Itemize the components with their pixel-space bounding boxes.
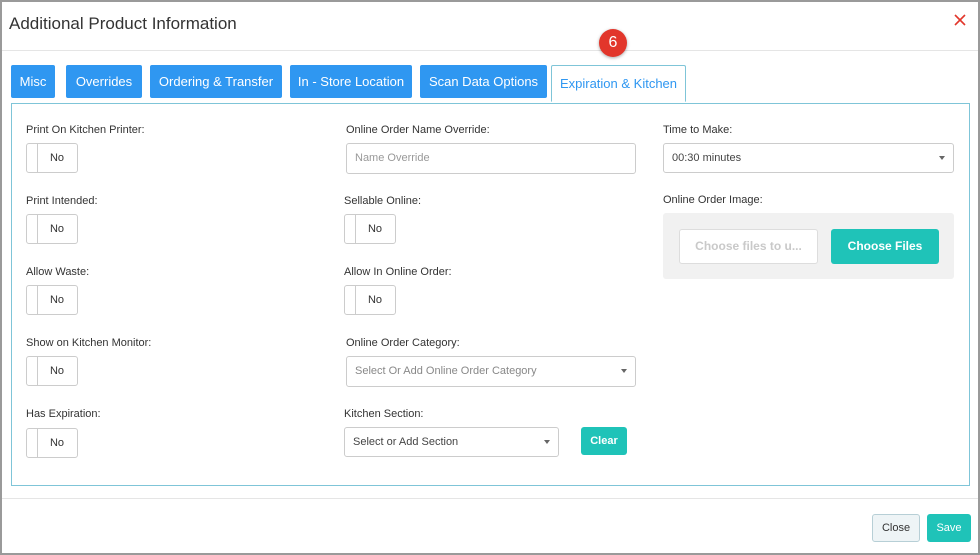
tab-scan-data-options[interactable]: Scan Data Options: [420, 65, 547, 98]
file-upload-area: Choose files to u... Choose Files: [663, 213, 954, 279]
time-to-make-value: 00:30 minutes: [672, 152, 742, 164]
print-on-kitchen-printer-label: Print On Kitchen Printer:: [26, 124, 145, 136]
allow-in-online-order-label: Allow In Online Order:: [344, 266, 452, 278]
close-icon[interactable]: [952, 12, 968, 28]
modal-header: Additional Product Information: [2, 2, 978, 51]
tab-ordering-transfer[interactable]: Ordering & Transfer: [150, 65, 282, 98]
toggle-value: No: [49, 223, 65, 235]
time-to-make-label: Time to Make:: [663, 124, 733, 136]
close-button[interactable]: Close: [872, 514, 920, 542]
print-intended-toggle[interactable]: No: [26, 214, 78, 244]
kitchen-section-select[interactable]: Select or Add Section: [344, 427, 559, 457]
tab-expiration-kitchen[interactable]: Expiration & Kitchen: [551, 65, 686, 102]
time-to-make-select[interactable]: 00:30 minutes: [663, 143, 954, 173]
clear-section-button[interactable]: Clear: [581, 427, 627, 455]
online-order-category-value: Select Or Add Online Order Category: [355, 365, 537, 377]
toggle-value: No: [367, 223, 383, 235]
toggle-value: No: [49, 152, 65, 164]
allow-in-online-order-toggle[interactable]: No: [344, 285, 396, 315]
choose-files-button[interactable]: Choose Files: [831, 229, 939, 264]
has-expiration-label: Has Expiration:: [26, 408, 101, 420]
step-badge: 6: [599, 29, 627, 57]
dropdown-caret-icon: [621, 369, 627, 373]
footer-divider: [2, 498, 978, 499]
kitchen-section-label: Kitchen Section:: [344, 408, 424, 420]
sellable-online-toggle[interactable]: No: [344, 214, 396, 244]
toggle-value: No: [367, 294, 383, 306]
show-on-kitchen-monitor-label: Show on Kitchen Monitor:: [26, 337, 152, 349]
sellable-online-label: Sellable Online:: [344, 195, 422, 207]
online-order-name-override-label: Online Order Name Override:: [346, 124, 490, 136]
toggle-value: No: [49, 365, 65, 377]
save-button[interactable]: Save: [927, 514, 971, 542]
kitchen-section-value: Select or Add Section: [353, 436, 459, 448]
has-expiration-toggle[interactable]: No: [26, 428, 78, 458]
tab-in-store-location[interactable]: In - Store Location: [290, 65, 412, 98]
dropdown-caret-icon: [544, 440, 550, 444]
name-override-input[interactable]: Name Override: [346, 143, 636, 174]
online-order-category-select[interactable]: Select Or Add Online Order Category: [346, 356, 636, 387]
modal-title: Additional Product Information: [9, 14, 237, 33]
additional-product-info-modal: Additional Product Information 6 Misc Ov…: [0, 0, 980, 555]
allow-waste-label: Allow Waste:: [26, 266, 90, 278]
show-on-kitchen-monitor-toggle[interactable]: No: [26, 356, 78, 386]
tab-misc[interactable]: Misc: [11, 65, 55, 98]
allow-waste-toggle[interactable]: No: [26, 285, 78, 315]
expiration-kitchen-panel: Print On Kitchen Printer: No Print Inten…: [11, 103, 970, 486]
print-intended-label: Print Intended:: [26, 195, 98, 207]
dropdown-caret-icon: [939, 156, 945, 160]
print-on-kitchen-printer-toggle[interactable]: No: [26, 143, 78, 173]
toggle-value: No: [49, 294, 65, 306]
tab-overrides[interactable]: Overrides: [66, 65, 142, 98]
online-order-category-label: Online Order Category:: [346, 337, 460, 349]
online-order-image-label: Online Order Image:: [663, 194, 763, 206]
toggle-value: No: [49, 437, 65, 449]
file-name-display[interactable]: Choose files to u...: [679, 229, 818, 264]
